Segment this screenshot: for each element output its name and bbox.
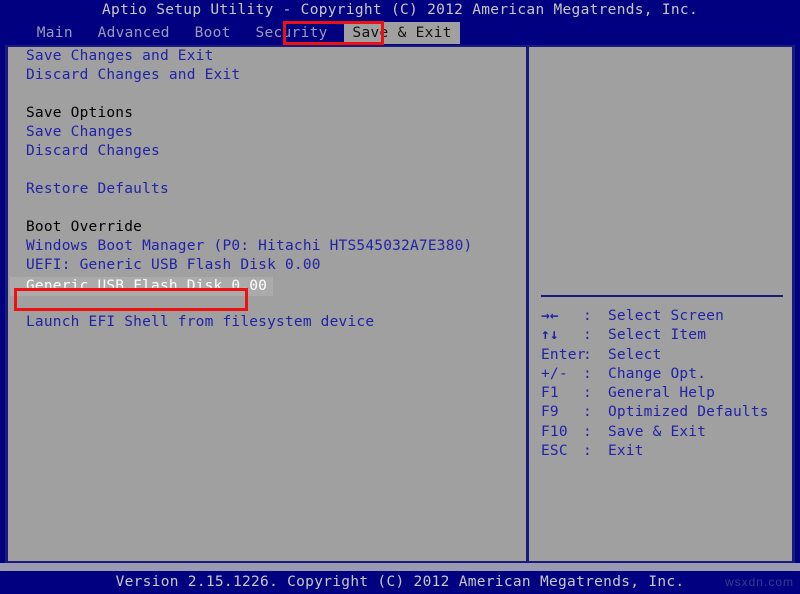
version-footer: Version 2.15.1226. Copyright (C) 2012 Am… — [0, 571, 800, 594]
help-row-save-exit: F10: Save & Exit — [541, 423, 791, 442]
help-desc: Select Screen — [607, 308, 725, 324]
list-item: Save Changes and Exit — [10, 47, 524, 66]
menu-bar: Main Advanced Boot Security Save & Exit — [0, 22, 800, 44]
list-spacer — [10, 294, 524, 313]
help-sep: : — [583, 346, 592, 363]
option-discard-changes[interactable]: Discard Changes — [10, 142, 524, 161]
option-discard-changes-and-exit[interactable]: Discard Changes and Exit — [10, 66, 524, 85]
key-f10: F10 — [541, 423, 568, 440]
help-row-general-help: F1: General Help — [541, 384, 791, 403]
help-sep: : — [583, 365, 592, 382]
help-divider — [541, 295, 783, 297]
list-item: Windows Boot Manager (P0: Hitachi HTS545… — [10, 237, 524, 256]
list-item: UEFI: Generic USB Flash Disk 0.00 — [10, 256, 524, 275]
page-title: Aptio Setup Utility - Copyright (C) 2012… — [0, 0, 800, 21]
key-f9: F9 — [541, 404, 559, 421]
bios-screen: Aptio Setup Utility - Copyright (C) 2012… — [0, 0, 800, 594]
key-f1: F1 — [541, 385, 559, 402]
help-desc: Select — [607, 346, 662, 363]
list-spacer — [10, 199, 524, 218]
option-generic-usb-flash-disk[interactable]: Generic USB Flash Disk 0.00 — [10, 277, 274, 296]
list-spacer — [10, 161, 524, 180]
main-options-pane: Save Changes and Exit Discard Changes an… — [10, 47, 524, 561]
option-uefi-generic-usb-flash-disk[interactable]: UEFI: Generic USB Flash Disk 0.00 — [10, 256, 524, 275]
help-sep: : — [583, 327, 592, 344]
list-spacer — [10, 85, 524, 104]
option-restore-defaults[interactable]: Restore Defaults — [10, 180, 524, 199]
help-desc: Select Item — [607, 327, 707, 344]
help-sep: : — [583, 443, 592, 460]
tab-main[interactable]: Main — [29, 22, 81, 44]
option-windows-boot-manager[interactable]: Windows Boot Manager (P0: Hitachi HTS545… — [10, 237, 524, 256]
key-plus-minus: +/- — [541, 365, 568, 382]
section-header: Boot Override — [10, 218, 524, 237]
tab-save-and-exit[interactable]: Save & Exit — [344, 22, 460, 44]
list-item: Discard Changes — [10, 142, 524, 161]
help-row-select-item: ↑↓: Select Item — [541, 326, 791, 345]
header-boot-override: Boot Override — [26, 219, 143, 235]
option-save-changes-and-exit[interactable]: Save Changes and Exit — [10, 47, 524, 66]
tab-advanced[interactable]: Advanced — [90, 22, 178, 44]
help-row-change-opt: +/-: Change Opt. — [541, 365, 791, 384]
list-item: Launch EFI Shell from filesystem device — [10, 313, 524, 332]
list-item: Discard Changes and Exit — [10, 66, 524, 85]
help-row-enter: Enter: Select — [541, 346, 791, 365]
tab-boot[interactable]: Boot — [187, 22, 239, 44]
help-sep: : — [583, 404, 592, 421]
help-row-exit: ESC: Exit — [541, 442, 791, 461]
list-item: Generic USB Flash Disk 0.00 — [10, 275, 524, 296]
help-desc: Save & Exit — [607, 423, 707, 440]
key-esc: ESC — [541, 443, 568, 460]
list-item: Save Changes — [10, 123, 524, 142]
help-row-select-screen: →←: Select Screen — [541, 307, 791, 326]
help-key-list: →←: Select Screen ↑↓: Select Item Enter: Se… — [541, 307, 791, 461]
key-enter: Enter — [541, 346, 586, 363]
section-header: Save Options — [10, 104, 524, 123]
help-desc: Optimized Defaults — [607, 404, 769, 421]
help-pane: →←: Select Screen ↑↓: Select Item Enter: Se… — [532, 47, 793, 561]
help-sep: : — [583, 423, 592, 440]
help-sep: : — [583, 308, 592, 324]
list-item: Restore Defaults — [10, 180, 524, 199]
arrows-up-down-icon: ↑↓ — [541, 327, 559, 344]
watermark: wsxdn.com — [724, 575, 794, 589]
help-desc: General Help — [607, 385, 716, 402]
arrows-left-right-icon: →← — [541, 308, 559, 324]
pane-divider — [526, 45, 529, 563]
tab-security[interactable]: Security — [247, 22, 335, 44]
header-save-options: Save Options — [26, 105, 134, 121]
help-row-optimized-defaults: F9: Optimized Defaults — [541, 403, 791, 422]
option-save-changes[interactable]: Save Changes — [10, 123, 524, 142]
help-desc: Exit — [607, 443, 644, 460]
help-sep: : — [583, 385, 592, 402]
footer-separator — [0, 563, 800, 571]
option-launch-efi-shell[interactable]: Launch EFI Shell from filesystem device — [10, 313, 524, 332]
help-desc: Change Opt. — [607, 365, 707, 382]
